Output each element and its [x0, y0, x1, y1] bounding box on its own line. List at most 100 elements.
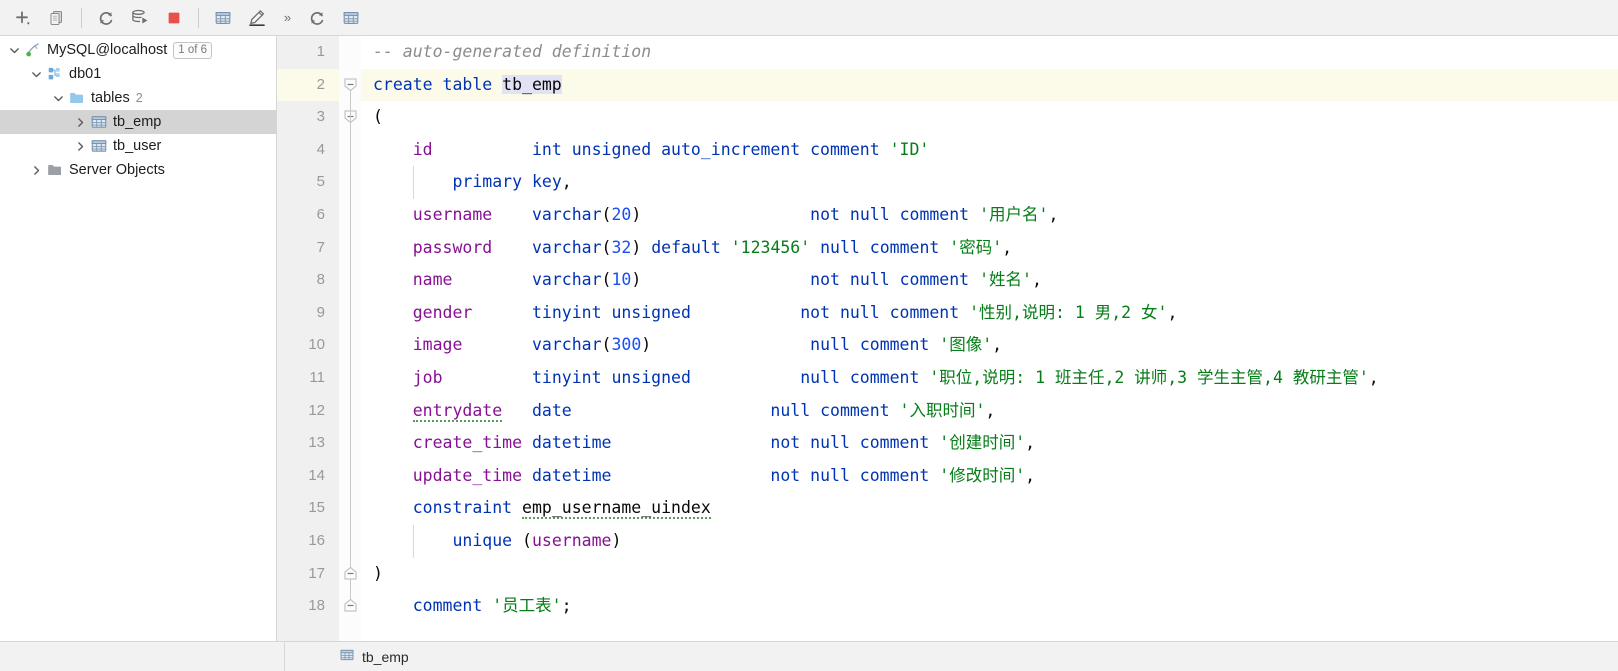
database-explorer-tree[interactable]: MySQL@localhost1 of 6 db01 tables2tb_emptb… [0, 36, 277, 641]
code-token: , [992, 335, 1002, 354]
code-token: tinyint unsigned [532, 368, 691, 387]
code-line[interactable]: ) [361, 558, 1618, 591]
code-token: null comment [770, 401, 899, 420]
tree-item-db01[interactable]: db01 [0, 62, 276, 86]
code-token [373, 368, 413, 387]
code-token: 32 [611, 238, 631, 257]
code-token: null comment [810, 335, 939, 354]
code-line[interactable]: -- auto-generated definition [361, 36, 1618, 69]
fold-marker-open[interactable] [344, 78, 357, 91]
code-token: not null comment [770, 433, 939, 452]
chevron-down-icon[interactable] [28, 69, 45, 80]
code-token: username [413, 205, 492, 224]
line-number: 18 [277, 590, 339, 623]
code-token: ) [631, 238, 651, 257]
table-grid-secondary-icon[interactable] [334, 3, 368, 33]
code-token: '图像' [939, 335, 992, 354]
chevron-down-icon[interactable] [50, 93, 67, 104]
stop-icon[interactable] [157, 3, 191, 33]
chevron-down-icon[interactable] [6, 45, 23, 56]
code-token: username [532, 531, 611, 550]
indent-guide [413, 525, 414, 558]
code-token: ( [602, 270, 612, 289]
code-line[interactable]: username varchar(20) not null comment '用… [361, 199, 1618, 232]
chevron-right-icon[interactable] [72, 117, 89, 128]
code-line[interactable]: create_time datetime not null comment '创… [361, 427, 1618, 460]
folder-gray-icon [45, 161, 65, 179]
code-line[interactable]: entrydate date null comment '入职时间', [361, 395, 1618, 428]
tree-item-tb-emp[interactable]: tb_emp [0, 110, 276, 134]
code-token: -- auto-generated definition [373, 42, 651, 61]
code-token: , [1048, 205, 1058, 224]
code-area[interactable]: 123456789101112131415161718 -- auto-gene… [277, 36, 1618, 641]
code-line[interactable]: image varchar(300) null comment '图像', [361, 329, 1618, 362]
code-token: '密码' [949, 238, 1002, 257]
chevron-right-icon[interactable] [72, 141, 89, 152]
line-number: 12 [277, 395, 339, 428]
tree-item-label: Server Objects [69, 162, 165, 178]
schema-icon [45, 65, 65, 83]
indent-guide [413, 166, 414, 199]
main-toolbar: » [0, 0, 1618, 36]
code-token [373, 401, 413, 420]
code-content[interactable]: -- auto-generated definition create table… [361, 36, 1618, 641]
code-fold-strip[interactable] [339, 36, 361, 641]
code-line[interactable]: unique (username) [361, 525, 1618, 558]
refresh-icon[interactable] [89, 3, 123, 33]
code-token: gender [413, 303, 473, 322]
code-token: ) [631, 205, 641, 224]
code-line[interactable]: comment '员工表'; [361, 590, 1618, 623]
code-token: '职位,说明: 1 班主任,2 讲师,3 学生主管,4 教研主管' [929, 368, 1368, 387]
tree-item-label: tb_user [113, 138, 161, 154]
code-token [462, 335, 532, 354]
fold-marker-close[interactable] [344, 599, 357, 612]
code-token [492, 205, 532, 224]
code-token: create_time [413, 433, 522, 452]
status-bar-breadcrumb[interactable]: tb_emp [285, 647, 409, 666]
status-bar-left-pane [8, 642, 285, 671]
code-line[interactable]: password varchar(32) default '123456' nu… [361, 232, 1618, 265]
code-line[interactable]: create table tb_emp [361, 69, 1618, 102]
code-line[interactable]: update_time datetime not null comment '修… [361, 460, 1618, 493]
refresh-secondary-icon[interactable] [300, 3, 334, 33]
tree-item-label: db01 [69, 66, 101, 82]
line-number: 17 [277, 558, 339, 591]
tree-item-mysql-localhost[interactable]: MySQL@localhost1 of 6 [0, 38, 276, 62]
add-icon[interactable] [6, 3, 40, 33]
tree-item-label: tables [91, 90, 130, 106]
tree-item-tables[interactable]: tables2 [0, 86, 276, 110]
code-line[interactable]: gender tinyint unsigned not null comment… [361, 297, 1618, 330]
line-number: 10 [277, 329, 339, 362]
run-script-icon[interactable] [123, 3, 157, 33]
code-token [373, 433, 413, 452]
code-line[interactable]: constraint emp_username_uindex [361, 492, 1618, 525]
code-token [641, 270, 810, 289]
code-line[interactable]: ( [361, 101, 1618, 134]
code-line[interactable]: id int unsigned auto_increment comment '… [361, 134, 1618, 167]
code-line[interactable]: job tinyint unsigned null comment '职位,说明… [361, 362, 1618, 395]
code-token [373, 335, 413, 354]
code-token: job [413, 368, 443, 387]
code-token [453, 270, 532, 289]
line-number: 14 [277, 460, 339, 493]
folder-icon [67, 89, 87, 107]
code-token [373, 270, 413, 289]
code-token [373, 596, 413, 615]
code-token: int unsigned auto_increment comment [532, 140, 890, 159]
table-grid-icon[interactable] [206, 3, 240, 33]
code-token [651, 335, 810, 354]
fold-marker-close[interactable] [344, 567, 357, 580]
code-line[interactable]: primary key, [361, 166, 1618, 199]
code-token: null comment [800, 368, 929, 387]
line-number: 1 [277, 36, 339, 69]
tree-item-server-objects[interactable]: Server Objects [0, 158, 276, 182]
edit-pencil-icon[interactable] [240, 3, 274, 33]
code-line[interactable]: name varchar(10) not null comment '姓名', [361, 264, 1618, 297]
code-token: , [1369, 368, 1379, 387]
tree-item-tb-user[interactable]: tb_user [0, 134, 276, 158]
code-token [472, 303, 532, 322]
code-token: constraint [413, 498, 522, 517]
chevron-more-icon[interactable]: » [274, 3, 300, 33]
duplicate-icon[interactable] [40, 3, 74, 33]
chevron-right-icon[interactable] [28, 165, 45, 176]
